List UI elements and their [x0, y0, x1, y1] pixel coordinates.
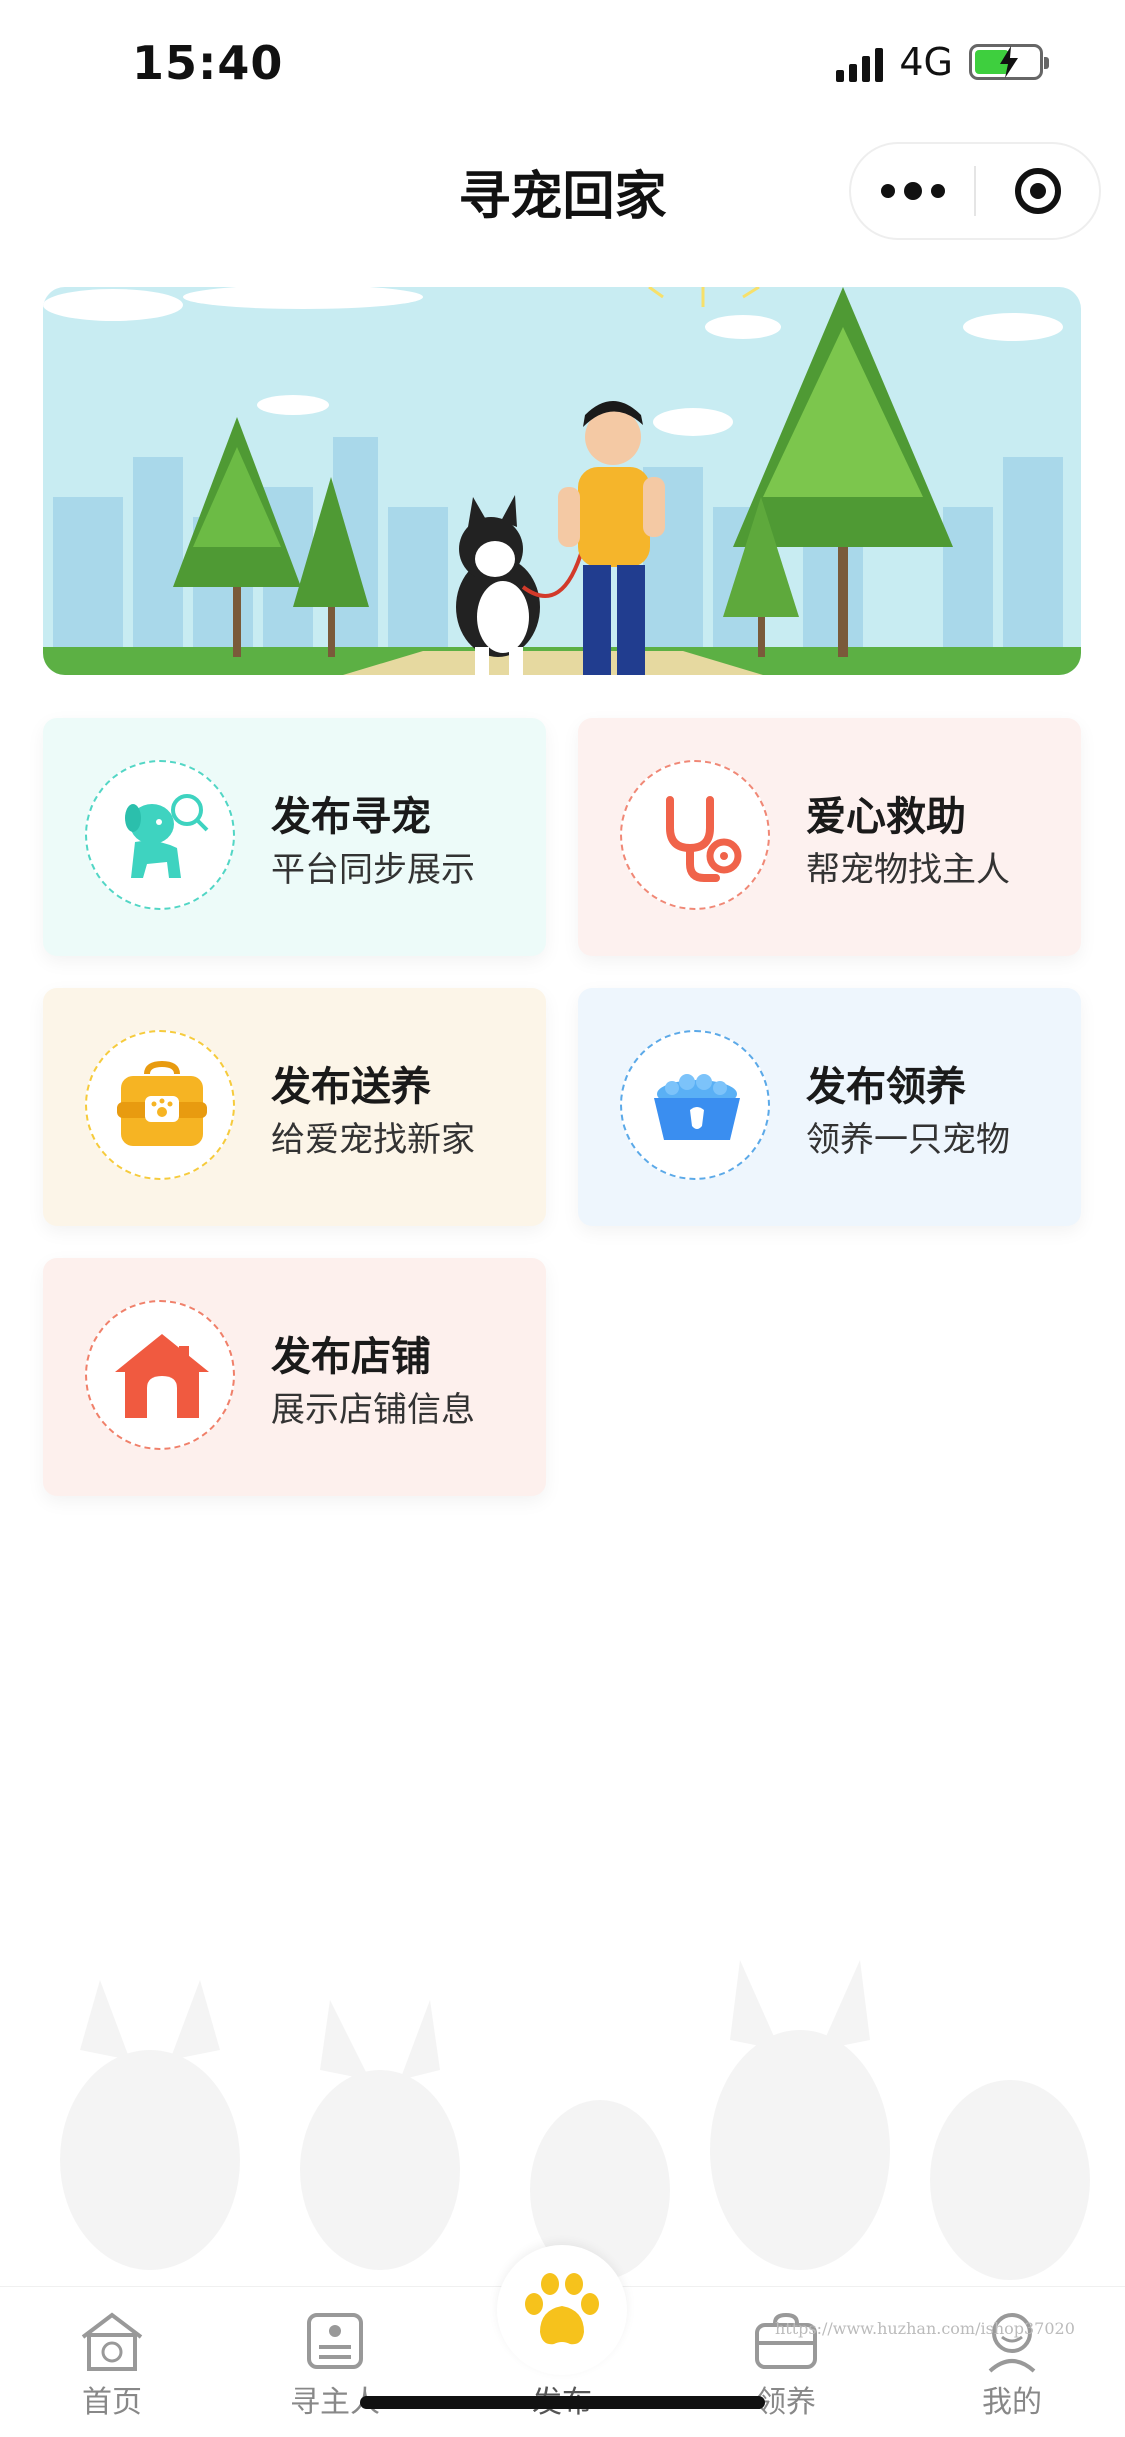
card-subtitle: 平台同步展示 — [271, 850, 475, 890]
publish-rehome-card[interactable]: 发布送养 给爱宠找新家 — [43, 988, 546, 1226]
mini-program-capsule — [849, 142, 1101, 240]
pets-background-illustration — [60, 1960, 1090, 2280]
tab-home[interactable]: 首页 — [42, 2309, 182, 2421]
card-title: 发布寻宠 — [271, 794, 431, 840]
love-rescue-card[interactable]: 爱心救助 帮宠物找主人 — [578, 718, 1081, 956]
more-dots-icon[interactable] — [851, 144, 974, 238]
signal-icon — [836, 42, 884, 82]
status-bar: 15:40 4G — [0, 0, 1125, 130]
card-title: 发布店铺 — [271, 1334, 431, 1380]
pet-carrier-icon — [85, 1030, 235, 1180]
nav-bar: 寻宠回家 — [0, 130, 1125, 250]
close-target-icon[interactable] — [976, 144, 1099, 238]
card-title: 爱心救助 — [806, 794, 966, 840]
tab-label: 我的 — [982, 2385, 1042, 2420]
dog-search-icon — [85, 760, 235, 910]
home-icon — [81, 2312, 143, 2371]
battery-charging-icon — [969, 44, 1049, 80]
home-indicator[interactable] — [360, 2396, 765, 2409]
network-type: 4G — [899, 40, 953, 84]
tab-publish[interactable]: 发布 — [492, 2245, 632, 2421]
find-owner-icon — [307, 2313, 363, 2369]
card-subtitle: 展示店铺信息 — [271, 1390, 475, 1430]
card-subtitle: 领养一只宠物 — [806, 1120, 1010, 1160]
paw-icon — [525, 2273, 599, 2345]
banner-image[interactable] — [43, 287, 1081, 675]
tab-label: 首页 — [82, 2385, 142, 2420]
card-subtitle: 给爱宠找新家 — [271, 1120, 475, 1160]
publish-lost-pet-card[interactable]: 发布寻宠 平台同步展示 — [43, 718, 546, 956]
publish-shop-card[interactable]: 发布店铺 展示店铺信息 — [43, 1258, 546, 1496]
card-subtitle: 帮宠物找主人 — [806, 850, 1010, 890]
card-title: 发布领养 — [806, 1064, 966, 1110]
stethoscope-icon — [620, 760, 770, 910]
watermark-text: https://www.huzhan.com/ishop37020 — [775, 2319, 1075, 2338]
pet-bowl-icon — [620, 1030, 770, 1180]
publish-adopt-card[interactable]: 发布领养 领养一只宠物 — [578, 988, 1081, 1226]
tab-bar: 首页 寻主人 发布 领养 — [0, 2245, 1125, 2437]
status-time: 15:40 — [132, 36, 284, 90]
shop-house-icon — [85, 1300, 235, 1450]
card-title: 发布送养 — [271, 1064, 431, 1110]
status-icons: 4G — [836, 40, 1049, 84]
